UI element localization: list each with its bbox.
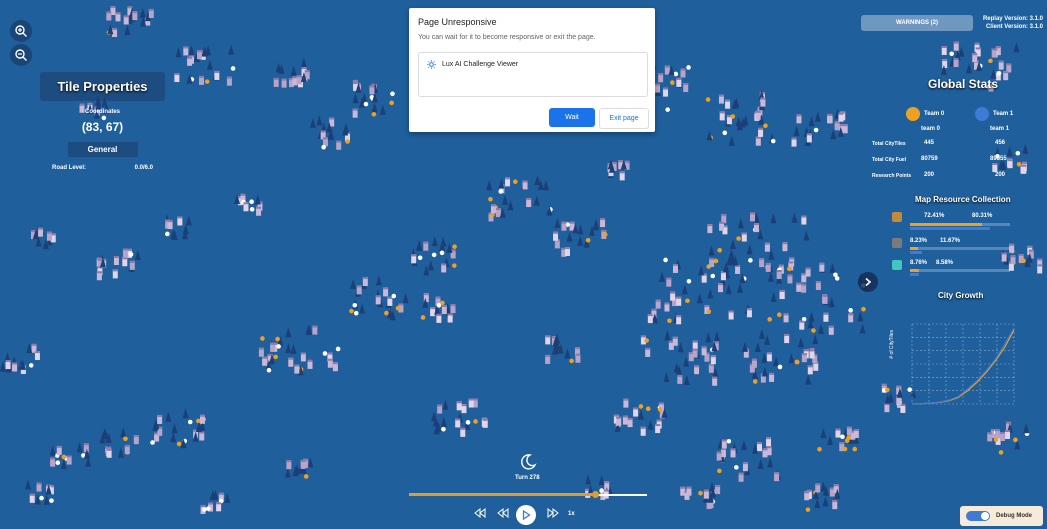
skip-back-button[interactable] — [474, 507, 486, 520]
exit-page-button[interactable]: Exit page — [599, 108, 649, 129]
uranium-icon — [892, 260, 902, 270]
rewind-icon — [497, 507, 509, 519]
fast-forward-icon — [547, 507, 559, 519]
unresponsive-page-item: Lux AI Challenge Viewer — [427, 60, 518, 69]
road-level-row: Road Level: 0.0/6.0 — [40, 165, 165, 171]
sun-icon — [427, 60, 436, 69]
coal-team0-bar — [910, 247, 919, 250]
play-icon — [522, 510, 531, 520]
page-name: Lux AI Challenge Viewer — [442, 61, 519, 68]
warnings-button[interactable]: WARNINGS (2) — [861, 15, 973, 31]
stat-team0-citytiles: 445 — [924, 140, 935, 146]
uranium-team1-percent: 8.58% — [936, 260, 954, 266]
stat-team0-fuel: 80759 — [921, 156, 938, 162]
wait-button[interactable]: Wait — [549, 108, 595, 127]
city-growth-title: City Growth — [938, 291, 984, 300]
road-level-label: Road Level: — [52, 165, 87, 171]
stat-label-research: Research Points — [872, 173, 912, 179]
timeline-progress — [409, 493, 595, 496]
client-version: Client Version: 3.1.0 — [985, 24, 1043, 30]
coal-team1-bar — [910, 251, 922, 254]
city-growth-chart — [911, 323, 1015, 405]
step-forward-button[interactable] — [547, 507, 559, 520]
timeline-handle[interactable] — [591, 491, 599, 498]
resource-collection-title: Map Resource Collection — [915, 195, 1011, 204]
replay-version: Replay Version: 3.1.0 — [982, 16, 1043, 22]
zoom-out-button[interactable] — [10, 44, 32, 66]
team-0-name: team 0 — [921, 126, 941, 132]
wood-team0-bar — [910, 223, 983, 226]
play-button[interactable] — [516, 505, 536, 525]
chevron-right-icon — [865, 277, 872, 287]
stat-team0-research: 200 — [924, 172, 935, 178]
debug-mode-label: Debug Mode — [996, 513, 1032, 519]
stat-team1-research: 200 — [995, 172, 1006, 178]
version-info: Replay Version: 3.1.0 Client Version: 3.… — [983, 15, 1043, 31]
tile-properties-title: Tile Properties — [40, 72, 165, 101]
wood-team0-percent: 72.41% — [924, 213, 945, 219]
zoom-in-icon — [15, 25, 27, 37]
team-0-icon — [906, 107, 920, 121]
uranium-team0-percent: 8.76% — [910, 260, 928, 266]
road-level-value: 0.0/6.0 — [134, 165, 153, 171]
coordinates-value: (83, 67) — [81, 120, 124, 134]
turn-counter: Turn 278 — [515, 475, 540, 481]
coal-bar-track — [910, 247, 1010, 250]
team-1-icon-label: Team 1 — [993, 111, 1014, 117]
unresponsive-page-list: Lux AI Challenge Viewer — [418, 52, 648, 97]
coal-team0-percent: 8.23% — [910, 238, 928, 244]
dialog-title: Page Unresponsive — [418, 17, 497, 27]
playback-speed[interactable]: 1x — [568, 511, 575, 517]
city-growth-ylabel: # of CityTiles — [889, 330, 895, 359]
night-moon-icon — [521, 454, 537, 470]
general-heading: General — [67, 142, 138, 157]
team-1-name: team 1 — [990, 126, 1010, 132]
uranium-team1-bar — [910, 273, 919, 276]
uranium-bar-track — [910, 269, 1010, 272]
debug-mode-toggle-container: Debug Mode — [960, 506, 1043, 526]
page-unresponsive-dialog: Page Unresponsive You can wait for it to… — [409, 8, 655, 132]
stat-label-citytiles: Total CityTiles — [872, 141, 906, 147]
wood-icon — [892, 212, 902, 222]
wood-team1-percent: 80.31% — [972, 213, 993, 219]
coal-team1-percent: 11.67% — [940, 238, 961, 244]
team-1-icon — [975, 107, 989, 121]
zoom-in-button[interactable] — [10, 20, 32, 42]
tile-properties-panel: Tile Properties Coordinates (83, 67) Gen… — [40, 72, 165, 171]
coal-icon — [892, 238, 902, 248]
wood-team1-bar — [910, 227, 991, 230]
zoom-out-icon — [15, 49, 27, 61]
toggle-panel-button[interactable] — [858, 272, 878, 292]
team-0-icon-label: Team 0 — [924, 111, 945, 117]
global-stats-title: Global Stats — [928, 77, 999, 91]
stat-label-fuel: Total City Fuel — [872, 157, 907, 163]
dialog-message: You can wait for it to become responsive… — [418, 34, 596, 41]
uranium-team0-bar — [910, 269, 919, 272]
stat-team1-fuel: 89555 — [990, 156, 1007, 162]
skip-back-icon — [474, 507, 486, 519]
step-back-button[interactable] — [497, 507, 509, 520]
stat-team1-citytiles: 456 — [995, 140, 1006, 146]
coordinates-label: Coordinates — [84, 109, 120, 115]
debug-mode-toggle[interactable] — [966, 511, 990, 521]
